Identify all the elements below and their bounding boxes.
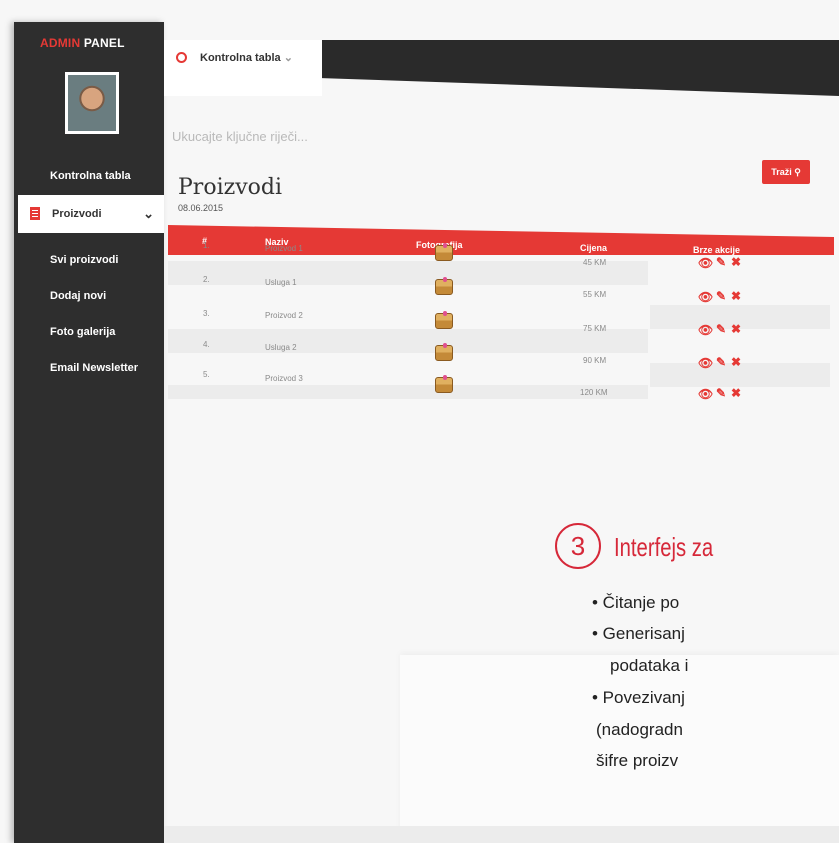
table-row-band — [168, 261, 648, 285]
sidebar-item-kontrolna-tabla[interactable]: Kontrolna tabla — [50, 170, 131, 182]
row-name: Usluga 2 — [265, 343, 297, 352]
row-number: 3. — [203, 309, 210, 318]
row-price: 75 KM — [583, 324, 607, 333]
promo-bullet-continued: šifre proizv — [596, 751, 679, 770]
page-title: Proizvodi — [178, 175, 282, 200]
sidebar-item-foto-galerija[interactable]: Foto galerija — [50, 326, 115, 338]
brand-admin: ADMIN — [40, 36, 81, 50]
view-eye-icon[interactable]: 👁 — [698, 357, 713, 369]
column-header-cijena: Cijena — [580, 243, 608, 253]
sidebar-item-label: Proizvodi — [52, 208, 102, 220]
edit-pencil-icon[interactable]: ✎ — [716, 356, 726, 368]
product-box-icon — [435, 243, 453, 261]
row-number: 4. — [203, 340, 210, 349]
view-eye-icon[interactable]: 👁 — [698, 388, 713, 400]
edit-pencil-icon[interactable]: ✎ — [716, 290, 726, 302]
tab-label: Kontrolna tabla — [200, 52, 281, 64]
edit-pencil-icon[interactable]: ✎ — [716, 323, 726, 335]
avatar[interactable] — [65, 72, 119, 134]
row-name: Proizvod 2 — [265, 311, 303, 320]
table-row-band — [168, 329, 648, 353]
view-eye-icon[interactable]: 👁 — [698, 324, 713, 336]
row-price: 45 KM — [583, 258, 607, 267]
product-box-icon — [435, 277, 453, 295]
product-box-icon — [435, 375, 453, 393]
sidebar-item-email-newsletter[interactable]: Email Newsletter — [50, 362, 138, 374]
row-price: 90 KM — [583, 356, 607, 365]
sidebar-item-proizvodi[interactable]: Proizvodi ⌄ — [18, 195, 164, 233]
row-name: Usluga 1 — [265, 278, 297, 287]
chevron-down-icon: ⌄ — [283, 52, 293, 64]
product-box-icon — [435, 311, 453, 329]
sidebar-item-svi-proizvodi[interactable]: Svi proizvodi — [50, 254, 118, 266]
row-number: 1. — [203, 241, 210, 250]
search-button-label: Traži — [771, 167, 792, 177]
chevron-down-icon[interactable]: ⌄ — [143, 195, 154, 233]
sidebar: ADMIN PANEL Kontrolna tabla Svi proizvod… — [14, 22, 164, 843]
promo-number-badge: 3 — [555, 523, 601, 569]
column-header-brze-akcije: Brze akcije — [693, 245, 741, 255]
brand-logo: ADMIN PANEL — [40, 36, 125, 50]
brand-panel: PANEL — [80, 36, 125, 50]
row-name: Proizvod 1 — [265, 244, 303, 253]
page-date: 08.06.2015 — [178, 203, 224, 213]
row-price: 120 KM — [580, 388, 608, 397]
promo-bullet: • Povezivanj — [592, 688, 685, 707]
view-eye-icon[interactable]: 👁 — [698, 257, 713, 269]
top-bar: Kontrolna tabla ⌄ — [164, 40, 839, 96]
search-icon: ⚲ — [794, 167, 801, 177]
promo-panel — [400, 655, 839, 843]
row-name: Proizvod 3 — [265, 374, 303, 383]
row-number: 2. — [203, 275, 210, 284]
row-number: 5. — [203, 370, 210, 379]
delete-x-icon[interactable]: ✖ — [731, 323, 741, 335]
row-price: 55 KM — [583, 290, 607, 299]
search-button[interactable]: Traži ⚲ — [762, 160, 810, 184]
search-input[interactable] — [170, 122, 734, 150]
view-eye-icon[interactable]: 👁 — [698, 291, 713, 303]
sidebar-item-dodaj-novi[interactable]: Dodaj novi — [50, 290, 106, 302]
footer-strip — [164, 826, 839, 843]
dashboard-icon — [176, 52, 187, 63]
delete-x-icon[interactable]: ✖ — [731, 356, 741, 368]
delete-x-icon[interactable]: ✖ — [731, 290, 741, 302]
tab-kontrolna-tabla[interactable]: Kontrolna tabla ⌄ — [164, 40, 322, 96]
avatar-photo — [68, 75, 116, 131]
promo-title: Interfejs za — [614, 532, 714, 562]
document-icon — [30, 207, 40, 220]
header-dark-bar — [322, 40, 839, 96]
edit-pencil-icon[interactable]: ✎ — [716, 387, 726, 399]
delete-x-icon[interactable]: ✖ — [731, 256, 741, 268]
product-box-icon — [435, 343, 453, 361]
promo-bullet: • Čitanje po — [592, 593, 680, 612]
admin-screen: ADMIN PANEL Kontrolna tabla Svi proizvod… — [0, 0, 839, 843]
edit-pencil-icon[interactable]: ✎ — [716, 256, 726, 268]
promo-bullet: • Generisanj — [592, 624, 685, 643]
promo-bullet-continued: podataka i — [610, 656, 689, 675]
promo-bullet-continued: (nadogradn — [596, 720, 683, 739]
delete-x-icon[interactable]: ✖ — [731, 387, 741, 399]
table-row-band — [168, 385, 648, 399]
